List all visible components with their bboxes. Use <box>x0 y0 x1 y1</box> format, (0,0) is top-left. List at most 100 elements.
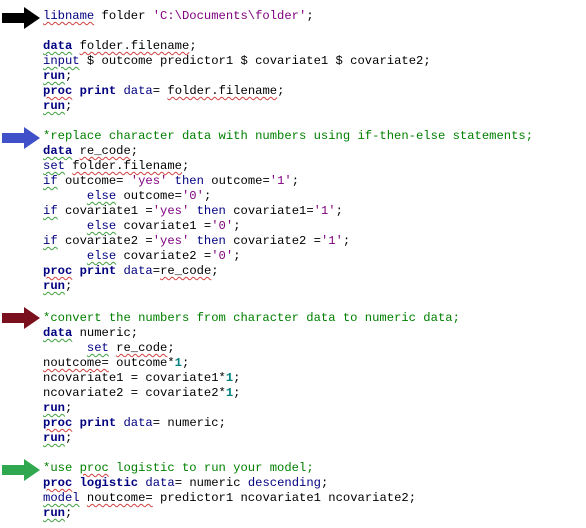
code-text: ; <box>64 99 73 113</box>
string-literal: '1' <box>313 204 336 218</box>
code-text: ; <box>203 189 212 203</box>
string-literal: '1' <box>320 234 343 248</box>
code-text: = numeric; <box>152 416 226 430</box>
black-arrow-icon <box>2 7 40 29</box>
code-line-proc-print[interactable]: proc print data=re_code; <box>43 264 219 279</box>
code-text: ; <box>342 234 351 248</box>
code-line-data-step[interactable]: data re_code; <box>43 144 138 159</box>
code-text: = <box>152 264 161 278</box>
code-line-input[interactable]: input $ outcome predictor1 $ covariate1 … <box>43 54 431 69</box>
code-text: outcome= <box>57 174 131 188</box>
code-line-comment[interactable]: *use proc logistic to run your model; <box>43 461 314 476</box>
code-text: covariate1 = <box>116 219 212 233</box>
dataset-name: re_code <box>79 144 131 158</box>
keyword: input <box>43 54 80 68</box>
keyword: run <box>43 99 65 113</box>
code-text: ; <box>64 279 73 293</box>
code-line-comment[interactable]: *convert the numbers from character data… <box>43 311 460 326</box>
code-text: ; <box>291 174 300 188</box>
code-text: covariate2 = <box>116 249 212 263</box>
dataset-name: folder.filename <box>167 84 278 98</box>
keyword: if <box>43 234 58 248</box>
code-text: ; <box>233 371 241 385</box>
blue-arrow-shape <box>2 127 40 149</box>
code-text: numeric; <box>72 326 139 340</box>
code-line-run[interactable]: run; <box>43 401 72 416</box>
code-text: ; <box>64 506 73 520</box>
dataset-name: folder.filename <box>72 159 182 173</box>
keyword: model <box>43 491 80 505</box>
option: descending <box>247 476 321 490</box>
code-line-set[interactable]: set folder.filename; <box>43 159 189 174</box>
option: data <box>116 264 153 278</box>
code-line-set[interactable]: set re_code; <box>43 341 175 356</box>
variable-name: noutcome= <box>43 356 109 370</box>
code-line-data-step[interactable]: data folder.filename; <box>43 39 197 54</box>
keyword: else <box>86 249 117 263</box>
code-line-assign[interactable]: ncovariate1 = covariate1*1; <box>43 371 241 386</box>
keyword: proc <box>43 476 73 490</box>
comment-text: *replace character data with numbers usi… <box>43 129 534 143</box>
code-line-run[interactable]: run; <box>43 431 72 446</box>
blue-arrow-icon <box>2 127 40 149</box>
string-literal: 'C:\Documents\folder' <box>152 9 307 23</box>
code-line-else[interactable]: else outcome='0'; <box>43 189 211 204</box>
keyword: then <box>189 204 226 218</box>
code-text: ; <box>64 69 73 83</box>
code-line-run[interactable]: run; <box>43 506 72 521</box>
string-literal: '0' <box>211 249 234 263</box>
code-text: outcome= <box>203 174 270 188</box>
keyword: data <box>43 326 73 340</box>
code-line-model[interactable]: model noutcome= predictor1 ncovariate1 n… <box>43 491 416 506</box>
keyword: libname <box>43 9 95 23</box>
code-text: ; <box>233 219 241 233</box>
code-line-proc-print[interactable]: proc print data= folder.filename; <box>43 84 284 99</box>
keyword: proc <box>43 264 73 278</box>
code-line-if[interactable]: if outcome= 'yes' then outcome='1'; <box>43 174 299 189</box>
code-line-assign[interactable]: noutcome= outcome*1; <box>43 356 189 371</box>
code-text: outcome* <box>108 356 175 370</box>
code-text: ; <box>64 431 73 445</box>
code-line-data-step[interactable]: data numeric; <box>43 326 138 341</box>
maroon-arrow-shape <box>2 307 40 329</box>
code-text: ; <box>277 84 285 98</box>
code-text: $ outcome predictor1 $ covariate1 $ cova… <box>79 54 431 68</box>
code-line-run[interactable]: run; <box>43 279 72 294</box>
code-text: = <box>152 84 168 98</box>
code-text: ; <box>130 144 139 158</box>
code-line-proc-logistic[interactable]: proc logistic data= numeric descending; <box>43 476 328 491</box>
code-line-proc-print[interactable]: proc print data= numeric; <box>43 416 226 431</box>
keyword: print <box>79 416 117 430</box>
keyword: run <box>43 401 65 415</box>
code-text: ; <box>167 341 175 355</box>
green-arrow-shape <box>2 459 40 481</box>
variable-name: noutcome= <box>86 491 153 505</box>
keyword: then <box>167 174 204 188</box>
code-line-if[interactable]: if covariate1 ='yes' then covariate1='1'… <box>43 204 343 219</box>
code-text: = numeric <box>174 476 248 490</box>
code-line-comment[interactable]: *replace character data with numbers usi… <box>43 129 533 144</box>
maroon-arrow-icon <box>2 307 40 329</box>
code-text: ; <box>233 386 241 400</box>
keyword: then <box>189 234 226 248</box>
code-line-run[interactable]: run; <box>43 99 72 114</box>
code-line-run[interactable]: run; <box>43 69 72 84</box>
code-line-else[interactable]: else covariate2 ='0'; <box>43 249 241 264</box>
dataset-name: folder.filename <box>79 39 190 53</box>
code-text: ; <box>211 264 219 278</box>
code-line-assign[interactable]: ncovariate2 = covariate2*1; <box>43 386 241 401</box>
code-line-else[interactable]: else covariate1 ='0'; <box>43 219 241 234</box>
numeric-literal: 1 <box>174 356 182 370</box>
code-line-libname[interactable]: libname folder 'C:\Documents\folder'; <box>43 9 314 24</box>
string-literal: 'yes' <box>130 174 168 188</box>
code-line-if[interactable]: if covariate2 ='yes' then covariate2 ='1… <box>43 234 350 249</box>
comment-text: proc <box>79 461 109 475</box>
string-literal: '0' <box>211 219 234 233</box>
string-literal: '0' <box>181 189 204 203</box>
